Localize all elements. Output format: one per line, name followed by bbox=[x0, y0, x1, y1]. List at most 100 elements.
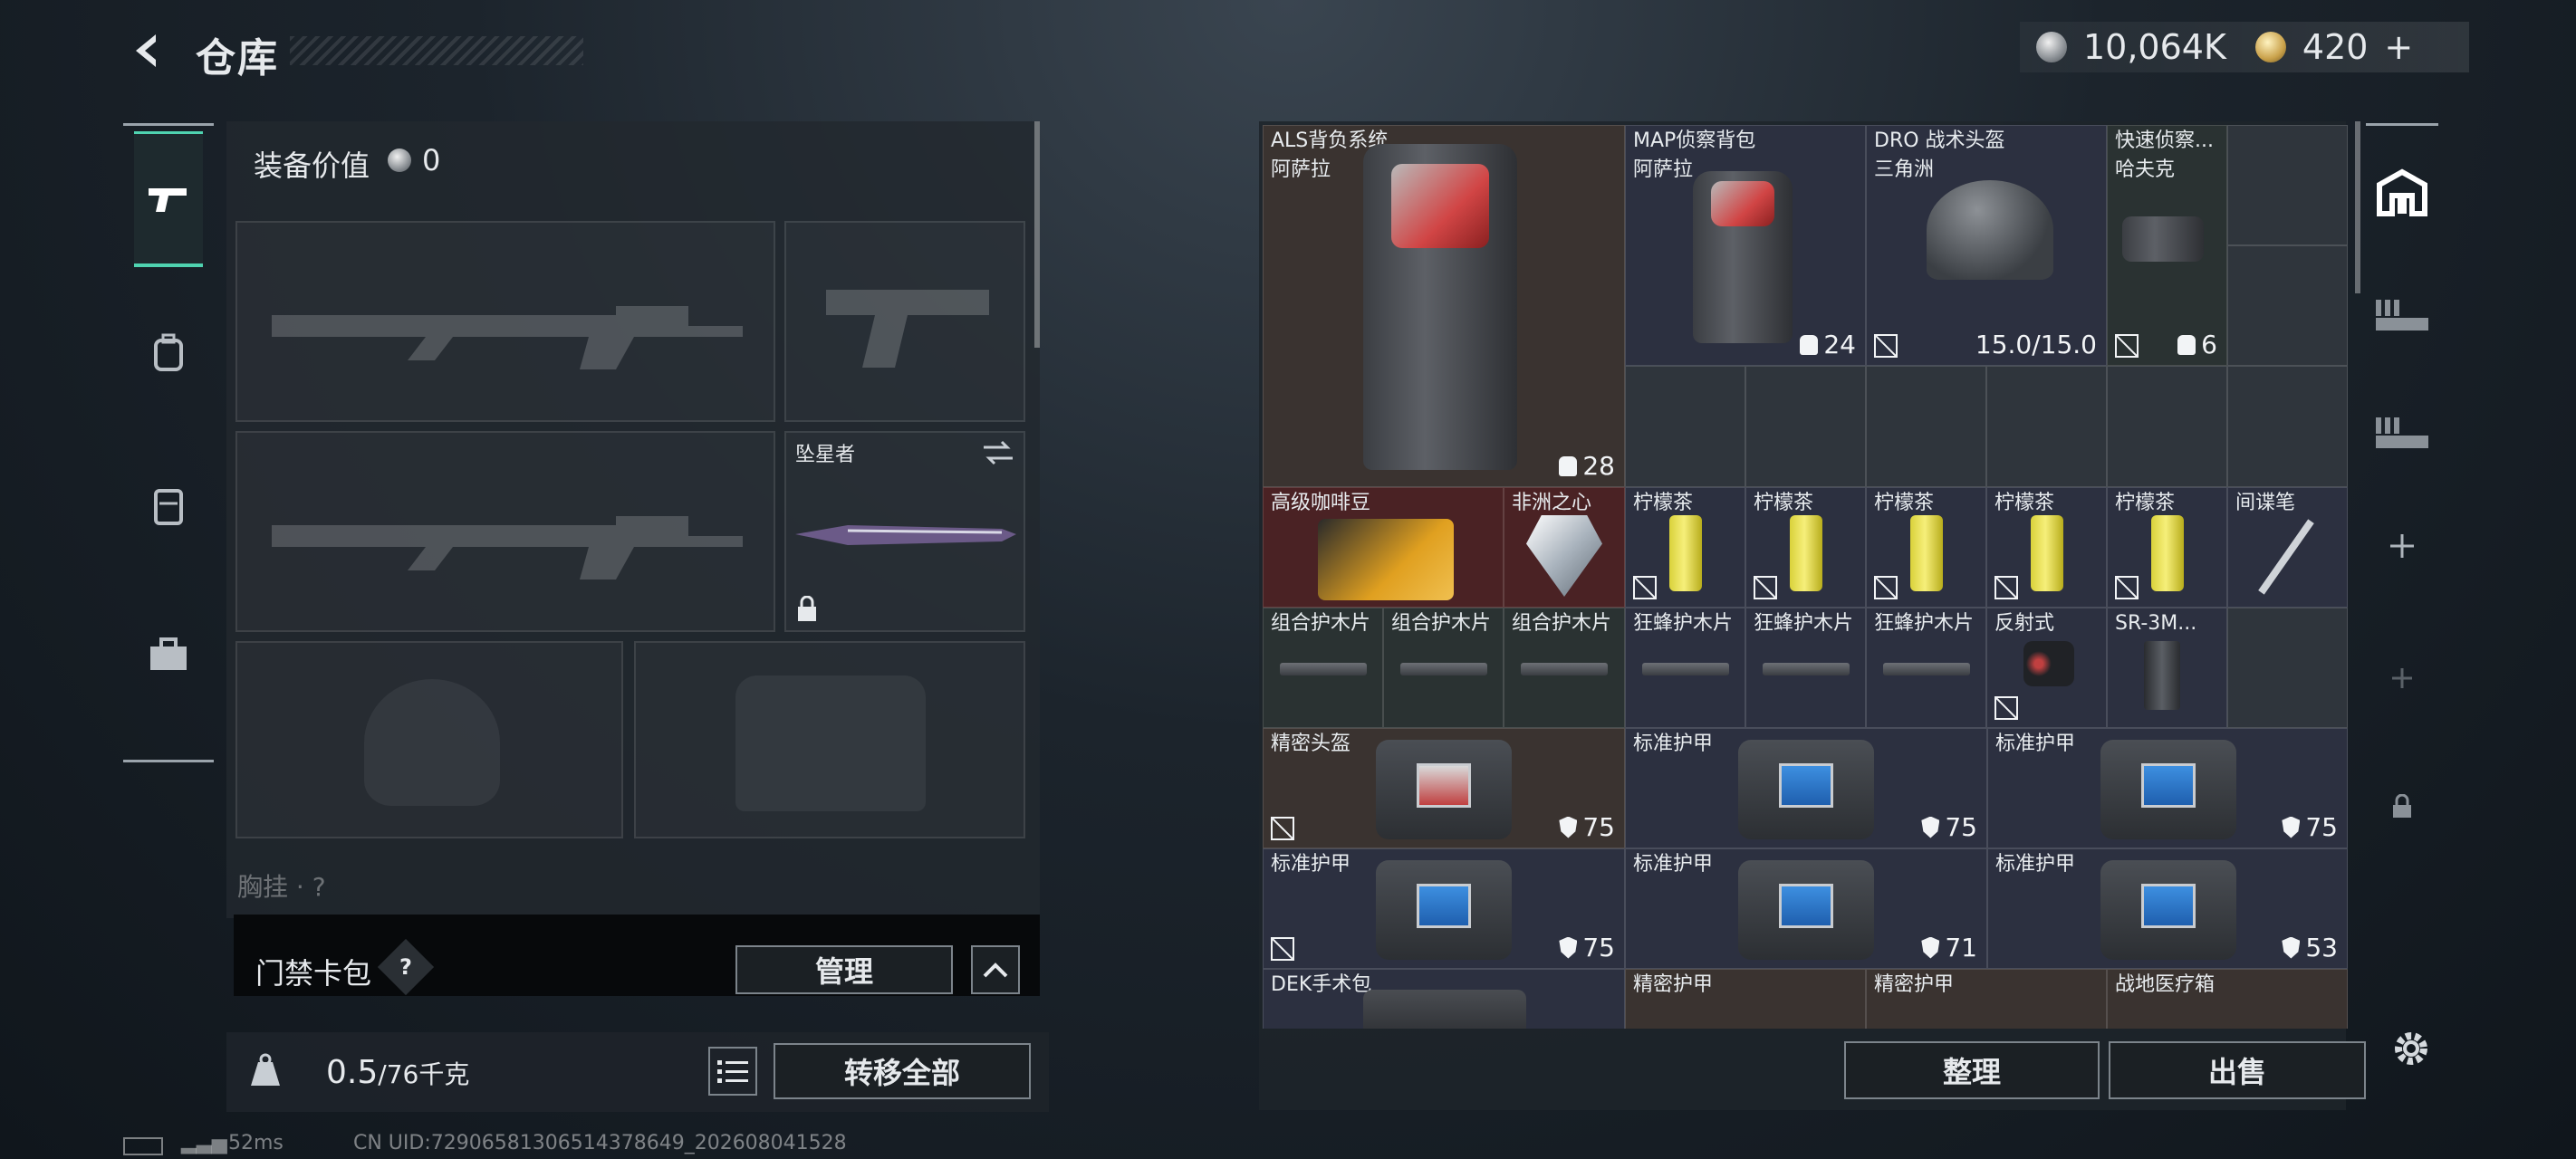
swap-icon[interactable] bbox=[982, 440, 1014, 465]
stash-item[interactable]: DEK手术包 bbox=[1263, 969, 1625, 1029]
durability-value: 75 bbox=[1582, 812, 1615, 842]
stash-tab-iii-1[interactable] bbox=[2366, 271, 2438, 361]
stash-item[interactable]: 非洲之心 bbox=[1504, 487, 1625, 608]
stash-item[interactable]: 标准护甲 53 bbox=[1987, 848, 2348, 969]
empty-cell[interactable] bbox=[2227, 245, 2348, 366]
stash-item[interactable]: 标准护甲 71 bbox=[1625, 848, 1987, 969]
chevron-left-icon bbox=[136, 34, 156, 67]
durability-value: 75 bbox=[1582, 933, 1615, 963]
stash-item[interactable]: 精密护甲 bbox=[1625, 969, 1866, 1029]
melee-slot[interactable]: 坠星者 bbox=[784, 431, 1025, 632]
nav-weapons[interactable] bbox=[134, 131, 203, 267]
helmet-slot[interactable] bbox=[235, 641, 623, 838]
ping-text: 52ms bbox=[228, 1132, 284, 1154]
nav-case[interactable] bbox=[134, 588, 203, 723]
stash-item[interactable]: SR-3M... bbox=[2107, 608, 2227, 728]
empty-cell[interactable] bbox=[2227, 125, 2348, 245]
pistol-slot[interactable] bbox=[784, 221, 1025, 422]
empty-cell[interactable] bbox=[1986, 366, 2107, 487]
stash-item[interactable]: MAP侦察背包 阿萨拉 24 bbox=[1625, 125, 1866, 366]
durability-badge: 75 bbox=[1559, 933, 1615, 963]
item-origin: 阿萨拉 bbox=[1271, 158, 1331, 181]
stash-item[interactable]: 高级咖啡豆 bbox=[1263, 487, 1504, 608]
locked-tab[interactable] bbox=[2366, 761, 2438, 852]
durability-badge: 75 bbox=[1921, 812, 1977, 842]
stash-tab-icon bbox=[2376, 417, 2428, 448]
uninsured-icon bbox=[2115, 334, 2139, 358]
stash-item[interactable]: 狂蜂护木片 bbox=[1866, 608, 1986, 728]
stash-scrollbar[interactable] bbox=[2355, 121, 2360, 293]
nav-backpack[interactable] bbox=[134, 285, 203, 421]
handguard-icon bbox=[1400, 663, 1487, 675]
stash-tab-iii-2[interactable] bbox=[2366, 388, 2438, 479]
stash-item[interactable]: 柠檬茶 bbox=[1866, 487, 1986, 608]
stash-item[interactable]: 狂蜂护木片 bbox=[1625, 608, 1745, 728]
magazine-icon bbox=[2144, 641, 2180, 710]
stash-item[interactable]: DRO 战术头盔 三角洲 15.0/15.0 bbox=[1866, 125, 2107, 366]
stash-item[interactable]: ALS背负系统 阿萨拉 28 bbox=[1263, 125, 1625, 487]
stash-item[interactable]: 精密护甲 bbox=[1866, 969, 2107, 1029]
shield-icon bbox=[2282, 816, 2301, 838]
settings-button[interactable] bbox=[2386, 1023, 2437, 1074]
case-icon bbox=[150, 637, 187, 670]
stash-item[interactable]: 柠檬茶 bbox=[1625, 487, 1745, 608]
list-view-button[interactable] bbox=[708, 1047, 757, 1096]
pistol-icon bbox=[149, 187, 187, 212]
item-name: 标准护甲 bbox=[1995, 853, 2076, 876]
silver-amount: 10,064K bbox=[2083, 27, 2226, 67]
capacity-value: 24 bbox=[1823, 330, 1856, 359]
stash-item[interactable]: 反射式 bbox=[1986, 608, 2107, 728]
stash-tab-icon bbox=[2376, 300, 2428, 330]
add-currency-button[interactable]: + bbox=[2384, 27, 2413, 67]
stash-item[interactable]: 标准护甲 75 bbox=[1263, 848, 1625, 969]
item-name: 快速侦察... bbox=[2115, 129, 2214, 152]
stash-item[interactable]: 标准护甲 75 bbox=[1987, 728, 2348, 848]
secondary-weapon-slot[interactable] bbox=[235, 431, 775, 632]
stash-item[interactable]: 标准护甲 75 bbox=[1625, 728, 1987, 848]
stash-item[interactable]: 柠檬茶 bbox=[1986, 487, 2107, 608]
stash-tab-main[interactable] bbox=[2366, 148, 2438, 238]
keycard-label: 门禁卡包 bbox=[255, 956, 372, 991]
sell-button[interactable]: 出售 bbox=[2109, 1041, 2366, 1099]
empty-cell[interactable] bbox=[1745, 366, 1866, 487]
stash-item[interactable]: 狂蜂护木片 bbox=[1745, 608, 1866, 728]
add-tab-button[interactable] bbox=[2366, 501, 2438, 591]
stash-item[interactable]: 间谍笔 bbox=[2227, 487, 2348, 608]
back-button[interactable] bbox=[120, 24, 174, 78]
equipment-scrollbar[interactable] bbox=[1034, 121, 1040, 348]
empty-cell[interactable] bbox=[2227, 608, 2348, 728]
surgery-kit-icon bbox=[1363, 990, 1526, 1029]
rifle-silhouette-icon bbox=[272, 516, 743, 580]
page-title: 仓库 bbox=[196, 35, 279, 81]
stash-item[interactable]: 精密头盔 75 bbox=[1263, 728, 1625, 848]
stash-item[interactable]: 组合护木片 bbox=[1504, 608, 1625, 728]
transfer-all-button[interactable]: 转移全部 bbox=[774, 1043, 1031, 1099]
stash-item[interactable]: 柠檬茶 bbox=[2107, 487, 2227, 608]
empty-cell[interactable] bbox=[1866, 366, 1986, 487]
item-name: 精密护甲 bbox=[1633, 973, 1714, 996]
sort-button[interactable]: 整理 bbox=[1844, 1041, 2100, 1099]
armor-slot[interactable] bbox=[634, 641, 1025, 838]
empty-cell[interactable] bbox=[2107, 366, 2227, 487]
nav-vest[interactable] bbox=[134, 439, 203, 575]
item-name: 精密护甲 bbox=[1874, 973, 1955, 996]
equipment-category-nav bbox=[123, 123, 214, 762]
stash-item[interactable]: 组合护木片 bbox=[1383, 608, 1504, 728]
stash-tab-nav bbox=[2366, 123, 2438, 866]
bag-capacity-icon bbox=[1800, 334, 1819, 355]
lemon-tea-icon bbox=[1669, 515, 1702, 591]
empty-cell[interactable] bbox=[1625, 366, 1745, 487]
stash-grid: ALS背负系统 阿萨拉 28 MAP侦察背包 阿萨拉 24 DRO 战术头盔 三… bbox=[1263, 125, 2350, 1029]
empty-cell[interactable] bbox=[2227, 366, 2348, 487]
stash-item[interactable]: 战地医疗箱 bbox=[2107, 969, 2348, 1029]
stash-item[interactable]: 组合护木片 bbox=[1263, 608, 1383, 728]
shield-icon bbox=[1921, 936, 1940, 959]
add-tab-button-disabled[interactable] bbox=[2366, 633, 2438, 723]
primary-weapon-slot[interactable] bbox=[235, 221, 775, 422]
weight-current: 0.5 bbox=[326, 1054, 379, 1091]
stash-item[interactable]: 柠檬茶 bbox=[1745, 487, 1866, 608]
manage-button[interactable]: 管理 bbox=[735, 945, 953, 994]
item-name: 非洲之心 bbox=[1512, 492, 1592, 514]
collapse-button[interactable] bbox=[971, 945, 1020, 994]
stash-item[interactable]: 快速侦察... 哈夫克 6 bbox=[2107, 125, 2227, 366]
